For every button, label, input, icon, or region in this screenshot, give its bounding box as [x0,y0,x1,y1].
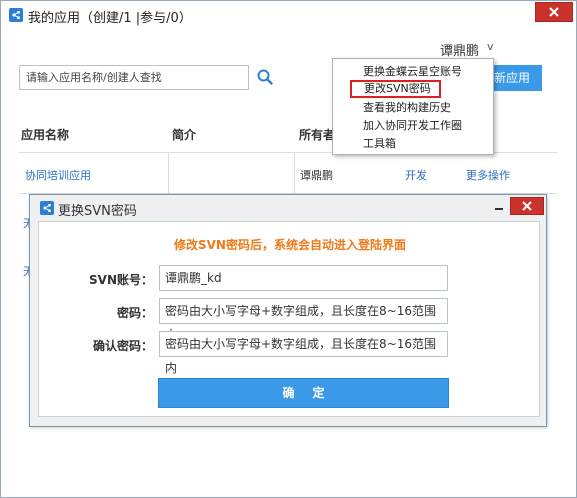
menu-item-build-history[interactable]: 查看我的构建历史 [363,100,451,116]
table-row-owner: 谭鼎鹏 [300,169,333,182]
develop-link[interactable]: 开发 [405,167,427,183]
dialog-close-button[interactable] [510,197,544,215]
window-close-button[interactable] [535,2,573,22]
app-logo-icon [9,8,23,22]
more-actions-link[interactable]: 更多操作 [466,167,510,183]
svn-account-label: SVN账号： [89,273,153,287]
password-field[interactable]: 密码由大小写字母+数字组成，且长度在8~16范围内 [159,298,448,342]
password-label: 密码： [116,306,153,320]
confirm-button[interactable]: 确定 [158,378,449,408]
search-input[interactable]: 请输入应用名称/创建人查找 [19,65,249,90]
confirm-password-label: 确认密码： [92,339,153,353]
column-header-owner: 所有者 [299,128,336,142]
menu-item-change-kingdee-account[interactable]: 更换金蝶云星空账号 [363,64,462,80]
table-column-divider [294,153,295,193]
dialog-body: 修改SVN密码后，系统会自动进入登陆界面 SVN账号： 谭鼎鹏_kd 密码： 密… [38,221,540,417]
search-icon[interactable] [256,68,274,86]
minimize-icon[interactable] [492,197,506,215]
app-logo-icon [40,201,54,215]
table-row-app-name-link[interactable]: 协同培训应用 [25,167,91,183]
close-icon [549,7,559,17]
user-menu-chevron-icon[interactable]: v [487,40,494,53]
main-window: 我的应用（创建/1 |参与/0） 谭鼎鹏 v 请输入应用名称/创建人查找 新应用… [0,0,577,498]
change-svn-password-dialog: 更换SVN密码 修改SVN密码后，系统会自动进入登陆界面 SVN账号： 谭鼎鹏_… [29,194,547,427]
menu-item-change-svn-password[interactable]: 更改SVN密码 [350,80,441,98]
dialog-title: 更换SVN密码 [58,204,137,219]
window-title: 我的应用（创建/1 |参与/0） [28,11,192,26]
column-header-summary: 简介 [172,128,197,142]
notice-text: 修改SVN密码后，系统会自动进入登陆界面 [174,238,406,252]
title-bar: 我的应用（创建/1 |参与/0） [1,1,576,29]
column-header-app-name: 应用名称 [21,128,70,142]
close-icon [522,201,532,211]
user-name[interactable]: 谭鼎鹏 [440,40,479,59]
svn-account-field[interactable]: 谭鼎鹏_kd [159,265,448,291]
menu-item-toolbox[interactable]: 工具箱 [363,136,396,152]
user-dropdown-menu: 更换金蝶云星空账号 更改SVN密码 查看我的构建历史 加入协同开发工作圈 工具箱 [332,58,494,155]
menu-item-join-dev-circle[interactable]: 加入协同开发工作圈 [363,118,462,134]
confirm-password-field[interactable]: 密码由大小写字母+数字组成，且长度在8~16范围内 [159,331,448,375]
table-column-divider [168,153,169,193]
